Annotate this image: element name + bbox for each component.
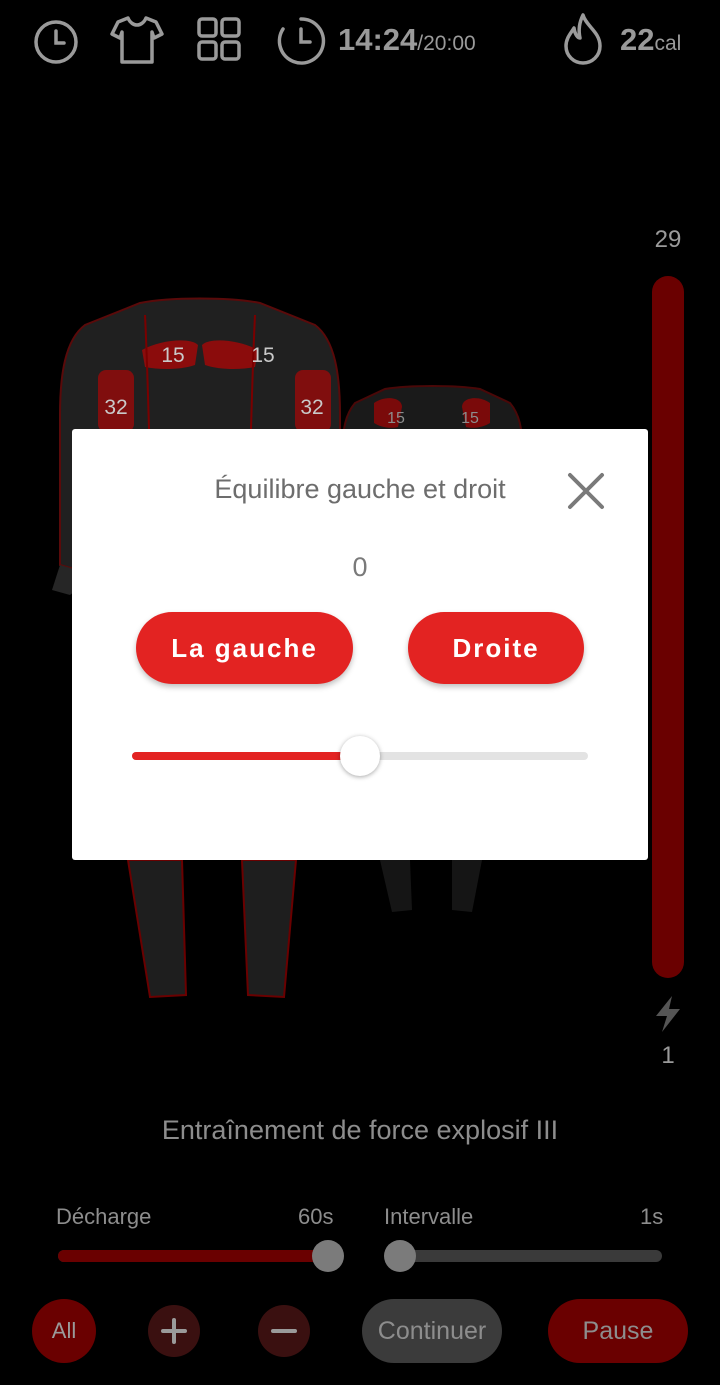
elapsed-time: 14:24 <box>338 22 418 57</box>
timer-icon <box>274 14 328 68</box>
session-timer: 14:24/20:00 <box>338 22 476 58</box>
intensity-bar[interactable] <box>652 276 684 978</box>
zone-label-arm-left: 32 <box>104 396 128 419</box>
left-button-label: La gauche <box>171 632 318 663</box>
zone-label-back-left: 15 <box>387 410 405 427</box>
zone-label-chest-right: 15 <box>251 344 275 367</box>
close-icon[interactable] <box>566 471 606 511</box>
balance-value: 0 <box>352 552 368 582</box>
decrease-button[interactable] <box>258 1305 310 1357</box>
discharge-slider-fill <box>58 1250 322 1262</box>
total-time: /20:00 <box>417 32 476 55</box>
minus-icon <box>271 1329 297 1333</box>
continue-label: Continuer <box>377 1316 487 1345</box>
discharge-label: Décharge <box>56 1204 152 1229</box>
dialog-title: Équilibre gauche et droit <box>214 474 506 504</box>
right-button[interactable]: Droite <box>408 612 584 684</box>
all-zones-label: All <box>51 1318 77 1343</box>
flame-icon <box>560 12 606 66</box>
interval-slider-track[interactable] <box>386 1250 662 1262</box>
plus-icon <box>161 1318 187 1344</box>
discharge-value: 60s <box>298 1204 334 1229</box>
intensity-min-label: 1 <box>661 1042 675 1069</box>
continue-button[interactable]: Continuer <box>362 1299 502 1363</box>
interval-value: 1s <box>640 1204 664 1229</box>
zone-label-back-right: 15 <box>461 410 479 427</box>
zone-label-chest-left: 15 <box>161 344 185 367</box>
discharge-slider-track[interactable] <box>58 1250 338 1262</box>
all-zones-button[interactable]: All <box>32 1299 96 1363</box>
calories-counter: 22cal <box>620 22 681 58</box>
left-button[interactable]: La gauche <box>136 612 353 684</box>
interval-slider-knob[interactable] <box>384 1240 416 1272</box>
pause-label: Pause <box>582 1316 654 1345</box>
balance-slider-knob[interactable] <box>340 736 380 776</box>
increase-button[interactable] <box>148 1305 200 1357</box>
balance-slider-fill <box>132 752 360 760</box>
app-screen: 14:24/20:00 22cal 15 15 32 32 15 15 29 1… <box>0 0 720 1385</box>
zone-label-arm-right: 32 <box>300 396 324 419</box>
calories-unit: cal <box>654 32 682 55</box>
discharge-slider-knob[interactable] <box>312 1240 344 1272</box>
lightning-icon <box>652 994 684 1039</box>
grid-icon[interactable] <box>196 16 242 62</box>
program-title: Entraînement de force explosif III <box>161 1115 559 1145</box>
calories-value: 22 <box>620 22 655 57</box>
right-button-label: Droite <box>452 632 540 663</box>
pause-button[interactable]: Pause <box>548 1299 688 1363</box>
clock-icon[interactable] <box>32 18 80 66</box>
intensity-max-label: 29 <box>654 226 682 253</box>
shirt-icon[interactable] <box>110 14 164 66</box>
interval-label: Intervalle <box>384 1204 474 1229</box>
